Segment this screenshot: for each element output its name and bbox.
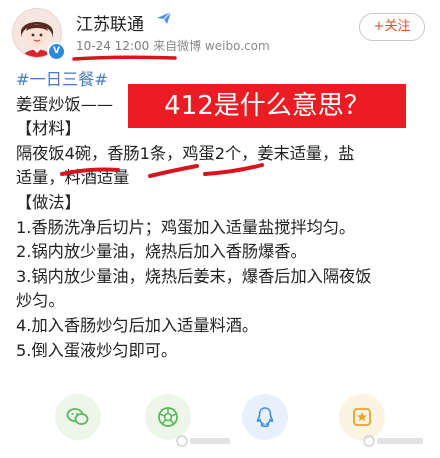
wechat-share-button[interactable] [55, 394, 101, 440]
post-header: V 江苏联通 10-24 12:00 来自微博 weibo.com +关注 [0, 0, 440, 62]
material-egg-qty: 2个 [214, 143, 242, 163]
step-2: 2.锅内放少量油，烧热后加入香肠爆香。 [16, 242, 307, 262]
moments-share-icon [158, 407, 178, 427]
post-source[interactable]: 来自微博 weibo.com [153, 39, 270, 53]
step-3: 3.锅内放少量油，烧热后姜末，爆香后加入隔夜饭 [16, 266, 372, 286]
watermark-right-mark [363, 435, 423, 447]
watermark-left [176, 435, 232, 450]
material-sausage: 香肠 [107, 143, 140, 163]
material-rice-qty: 4碗 [64, 143, 92, 163]
materials-rest: ，姜末适量，盐 [241, 143, 355, 163]
materials-line-2: 适量，料酒适量 [16, 168, 130, 188]
time-underline-mark [72, 55, 177, 61]
step-4: 4.加入香肠炒匀后加入适量料酒。 [16, 315, 259, 335]
qq-share-button[interactable] [242, 394, 288, 440]
materials-line-1: 隔夜饭4碗，香肠1条，鸡蛋2个，姜末适量，盐 [16, 142, 432, 167]
material-sausage-qty: 1条 [139, 143, 167, 163]
steps-heading: 【做法】 [16, 192, 81, 212]
material-rice: 隔夜饭 [16, 143, 65, 163]
moments-share-button[interactable] [145, 394, 191, 440]
step-3-continued: 炒匀。 [16, 291, 65, 311]
post-meta: 10-24 12:00 来自微博 weibo.com [76, 37, 270, 54]
verified-badge-icon: V [47, 42, 66, 61]
qzone-share-icon [353, 408, 371, 426]
qq-share-icon [256, 407, 274, 427]
wechat-share-icon [66, 408, 89, 425]
account-name[interactable]: 江苏联通 [76, 10, 144, 35]
separator: ， [91, 143, 108, 163]
step-5: 5.倒入蛋液炒匀即可。 [16, 340, 178, 360]
post-time: 10-24 12:00 [76, 39, 150, 53]
follow-button[interactable]: +关注 [359, 13, 425, 41]
separator: ， [166, 143, 183, 163]
watermark-right [363, 435, 427, 450]
material-egg: 鸡蛋 [182, 143, 215, 163]
send-icon [157, 11, 172, 24]
question-banner: 412是什么意思？ [128, 84, 406, 128]
watermark-left-mark [176, 435, 230, 447]
step-1: 1.香肠洗净后切片；鸡蛋加入适量盐搅拌均匀。 [16, 217, 356, 237]
qzone-share-button[interactable] [339, 394, 385, 440]
